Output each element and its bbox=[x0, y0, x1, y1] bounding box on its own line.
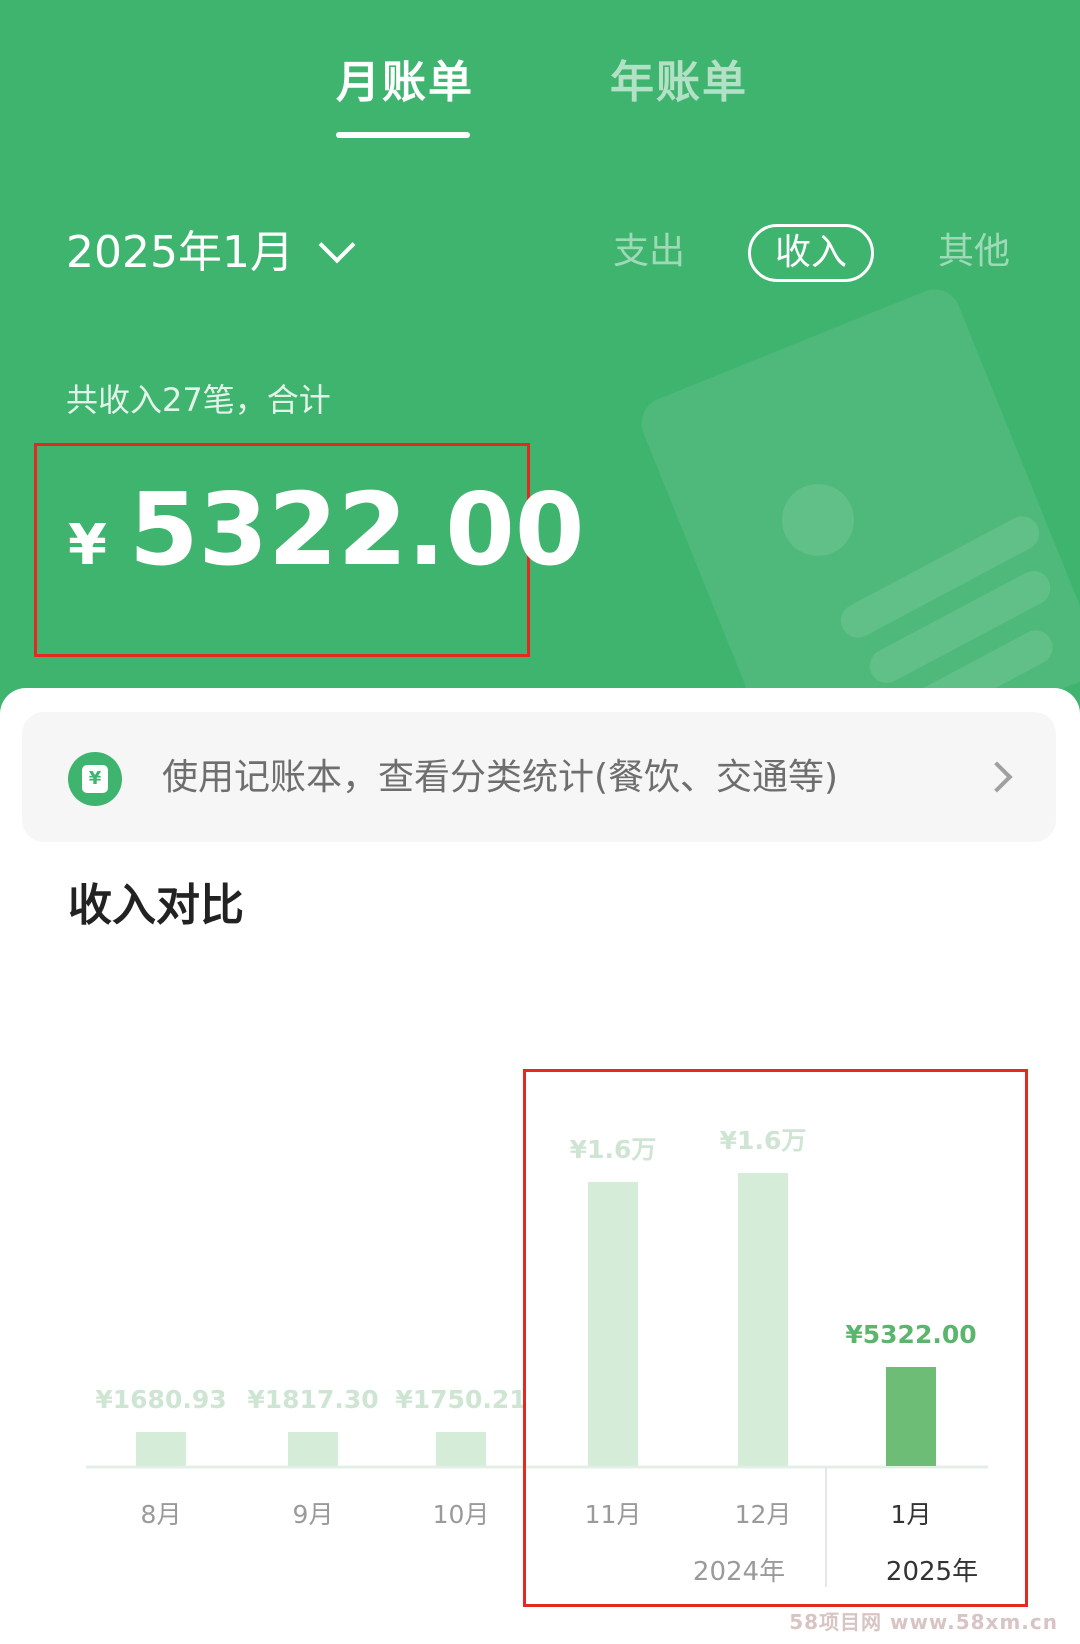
x-label-9月: 9月 bbox=[292, 1500, 334, 1529]
bar-9月[interactable] bbox=[288, 1432, 338, 1466]
x-label-10月: 10月 bbox=[432, 1500, 490, 1529]
highlight-box-chart bbox=[523, 1069, 1028, 1607]
bar-value-label-10月: ¥1750.21 bbox=[395, 1385, 526, 1414]
watermark: 58项目网 www.58xm.cn bbox=[789, 1610, 1058, 1634]
x-label-8月: 8月 bbox=[140, 1500, 182, 1529]
bar-10月[interactable] bbox=[436, 1432, 486, 1466]
bar-value-label-8月: ¥1680.93 bbox=[95, 1385, 226, 1414]
bar-value-label-9月: ¥1817.30 bbox=[247, 1385, 378, 1414]
bar-8月[interactable] bbox=[136, 1432, 186, 1466]
